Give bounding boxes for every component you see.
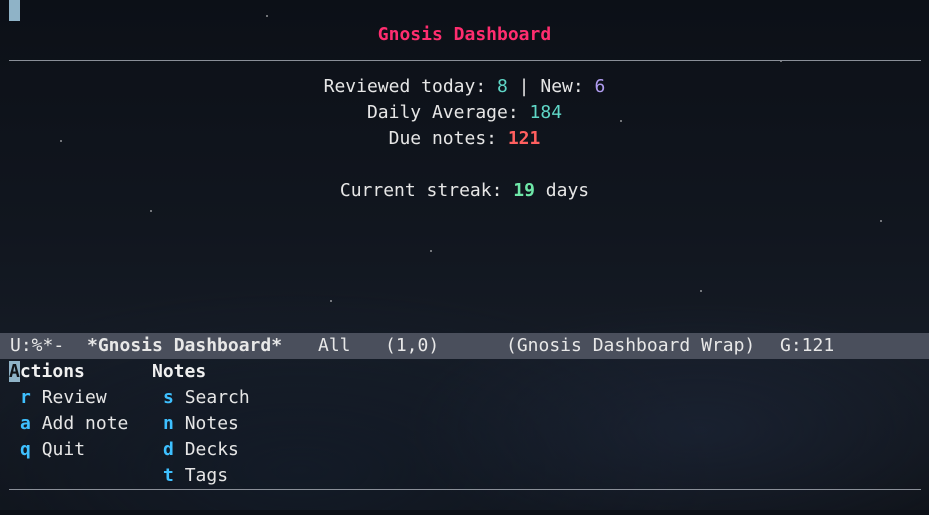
- new-label: New:: [540, 76, 595, 97]
- tags-label: Tags: [184, 465, 229, 486]
- menu-item-add-note[interactable]: a Add note: [20, 413, 128, 434]
- due-notes-label: Due notes:: [388, 128, 508, 149]
- notes-heading: Notes: [152, 361, 207, 382]
- mode-line: U:%*- *Gnosis Dashboard* All (1,0) (Gnos…: [0, 333, 929, 359]
- modeline-major-mode[interactable]: (Gnosis Dashboard Wrap): [506, 333, 755, 359]
- footer-divider: [9, 489, 921, 490]
- header-divider: [9, 60, 921, 61]
- tags-key: t: [163, 465, 174, 486]
- notes-label: Notes: [184, 413, 239, 434]
- menu-item-tags[interactable]: t Tags: [163, 465, 228, 486]
- quit-key: q: [20, 439, 31, 460]
- modeline-buffer-name: *Gnosis Dashboard*: [87, 335, 283, 356]
- current-streak-label: Current streak:: [339, 180, 514, 201]
- top-cursor: [9, 0, 20, 21]
- modeline-cursor-position: (1,0): [385, 335, 440, 356]
- new-value: 6: [594, 76, 606, 97]
- decks-label: Decks: [184, 439, 239, 460]
- decks-key: d: [163, 439, 174, 460]
- due-notes-line: Due notes: 121: [0, 128, 929, 149]
- modeline-status: U:%*-: [10, 335, 65, 356]
- due-notes-value: 121: [507, 128, 541, 149]
- quit-label: Quit: [41, 439, 86, 460]
- daily-average-label: Daily Average:: [366, 102, 530, 123]
- modeline-due-count: G:121: [780, 335, 835, 356]
- review-label: Review: [41, 387, 107, 408]
- menu-item-decks[interactable]: d Decks: [163, 439, 239, 460]
- search-label: Search: [184, 387, 250, 408]
- menu-item-quit[interactable]: q Quit: [20, 439, 85, 460]
- search-key: s: [163, 387, 174, 408]
- add-note-label: Add note: [41, 413, 129, 434]
- stat-separator: |: [507, 76, 541, 97]
- reviewed-today-line: Reviewed today: 8 | New: 6: [0, 76, 929, 97]
- current-streak-line: Current streak: 19 days: [0, 180, 929, 201]
- text-cursor: A: [9, 361, 20, 382]
- modeline-position: All: [318, 335, 351, 356]
- notes-key: n: [163, 413, 174, 434]
- current-streak-unit: days: [534, 180, 590, 201]
- dashboard-title: Gnosis Dashboard: [377, 24, 552, 45]
- review-key: r: [20, 387, 31, 408]
- menu-item-notes[interactable]: n Notes: [163, 413, 239, 434]
- current-streak-value: 19: [513, 180, 535, 201]
- menu-item-search[interactable]: s Search: [163, 387, 250, 408]
- actions-heading: Actions: [9, 361, 85, 382]
- menu-item-review[interactable]: r Review: [20, 387, 107, 408]
- daily-average-value: 184: [529, 102, 563, 123]
- reviewed-today-label: Reviewed today:: [323, 76, 497, 97]
- reviewed-today-value: 8: [497, 76, 508, 97]
- add-note-key: a: [20, 413, 31, 434]
- daily-average-line: Daily Average: 184: [0, 102, 929, 123]
